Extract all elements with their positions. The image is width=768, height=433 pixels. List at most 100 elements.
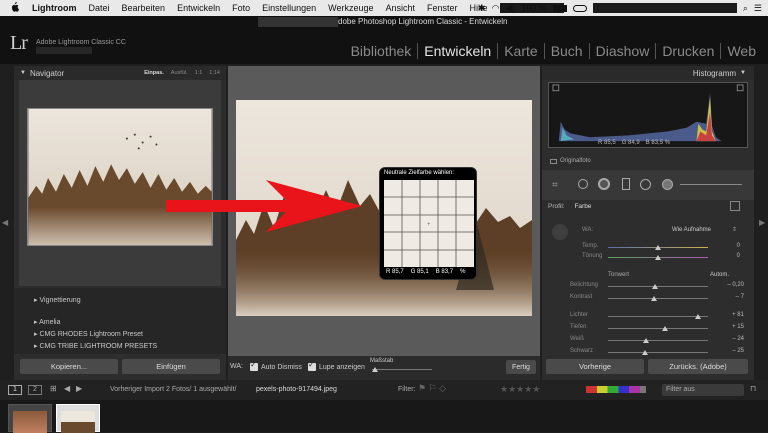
toggle-icon[interactable]	[572, 4, 587, 12]
adjust-slider[interactable]	[608, 298, 708, 299]
module-bibliothek[interactable]: Bibliothek	[345, 43, 418, 59]
menu-bearbeiten[interactable]: Bearbeiten	[122, 3, 166, 13]
spot-removal-icon[interactable]	[578, 179, 588, 189]
menu-einstellungen[interactable]: Einstellungen	[262, 3, 316, 13]
menu-foto[interactable]: Foto	[232, 3, 250, 13]
lock-icon[interactable]: ⊓	[750, 384, 756, 393]
filename[interactable]: pexels-photo-917494.jpeg	[256, 386, 337, 393]
search-icon[interactable]: ⌕	[743, 3, 748, 14]
collapse-triangle-icon[interactable]: ▼	[20, 70, 26, 76]
right-panel-arrow-icon[interactable]: ▶	[759, 218, 765, 227]
tint-slider-knob[interactable]	[655, 255, 661, 260]
adjust-value[interactable]: – 7	[714, 294, 744, 300]
module-diashow[interactable]: Diashow	[588, 43, 656, 59]
auto-dismiss-checkbox[interactable]	[250, 360, 258, 371]
zoom-fit[interactable]: Einpas.	[144, 70, 164, 76]
adjust-slider-knob[interactable]	[652, 284, 658, 289]
show-loupe-checkbox[interactable]	[308, 360, 316, 371]
volume-icon[interactable]: ◀)	[505, 3, 515, 14]
adjust-slider[interactable]	[608, 328, 708, 329]
adjust-slider[interactable]	[608, 316, 708, 317]
done-button[interactable]: Fertig	[506, 360, 536, 374]
list-item[interactable]: ▸ Vignettierung	[34, 296, 81, 304]
module-buch[interactable]: Buch	[543, 43, 589, 59]
radial-filter-icon[interactable]	[640, 179, 651, 190]
flag-icons[interactable]: ⚑ ⚐ ◇	[418, 383, 446, 394]
forward-arrow-icon[interactable]: ▶	[76, 384, 82, 393]
module-karte[interactable]: Karte	[497, 43, 543, 59]
adjust-slider[interactable]	[608, 340, 708, 341]
menu-werkzeuge[interactable]: Werkzeuge	[328, 3, 373, 13]
battery-label[interactable]: 100 %	[521, 3, 547, 13]
monitor-2-button[interactable]: 2	[28, 385, 42, 395]
adjust-slider[interactable]	[608, 286, 708, 287]
navigator-header[interactable]: ▼ Navigator Einpas. Ausfül. 1:1 1:14	[14, 66, 226, 80]
menu-datei[interactable]: Datei	[89, 3, 110, 13]
module-drucken[interactable]: Drucken	[655, 43, 720, 59]
wa-select[interactable]: Wie Aufnahme	[672, 227, 711, 233]
previous-button[interactable]: Vorherige	[546, 359, 644, 374]
wb-eyedropper-icon[interactable]	[552, 224, 568, 240]
rating-stars[interactable]: ★★★★★	[500, 384, 540, 395]
reset-button[interactable]: Zurücks. (Adobe)	[648, 359, 748, 374]
notification-icon[interactable]: ☰	[754, 3, 762, 14]
adjust-slider-knob[interactable]	[642, 350, 648, 355]
profile-grid-icon[interactable]	[730, 201, 740, 211]
tool-slider[interactable]	[680, 184, 742, 185]
red-arrow-annotation	[166, 180, 362, 232]
zoom-fill[interactable]: Ausfül.	[171, 70, 188, 76]
histogram-header[interactable]: Histogramm ▼	[542, 66, 754, 80]
module-entwickeln[interactable]: Entwickeln	[417, 43, 497, 59]
wifi-icon[interactable]: ◠	[492, 3, 500, 14]
list-item[interactable]: ▸ CMG RHODES Lightroom Preset	[34, 330, 143, 338]
zoom-1-14[interactable]: 1:14	[209, 70, 220, 76]
adjust-value[interactable]: – 25	[714, 348, 744, 354]
profile-row[interactable]: Profil: Farbe	[548, 203, 591, 210]
menu-ansicht[interactable]: Ansicht	[386, 3, 416, 13]
film-thumb-2-selected[interactable]	[56, 404, 100, 433]
adjust-value[interactable]: – 24	[714, 336, 744, 342]
adjust-value[interactable]: – 0,20	[714, 282, 744, 288]
chevron-down-icon[interactable]: ⇕	[732, 226, 737, 233]
left-panel-arrow-icon[interactable]: ◀	[2, 218, 8, 227]
adjust-value[interactable]: + 81	[714, 312, 744, 318]
graduated-filter-icon[interactable]	[622, 178, 630, 190]
temp-slider-knob[interactable]	[655, 245, 661, 250]
list-item[interactable]: ▸ Amelia	[34, 318, 60, 326]
neutral-target-loupe[interactable]: Neutrale Zielfarbe wählen: + R 85,7 G 85…	[379, 167, 477, 280]
red-eye-icon[interactable]	[598, 178, 610, 190]
histogram-values: R 85,5 G 84,9 B 83,5 %	[598, 140, 670, 146]
adjust-slider-knob[interactable]	[643, 338, 649, 343]
adjust-slider-knob[interactable]	[662, 326, 668, 331]
adjust-value[interactable]: + 15	[714, 324, 744, 330]
scale-slider-knob[interactable]	[372, 367, 378, 372]
collapse-triangle-icon[interactable]: ▼	[740, 70, 746, 76]
monitor-1-button[interactable]: 1	[8, 385, 22, 395]
auto-button[interactable]: Autom.	[710, 272, 729, 278]
adjust-label: Weiß	[570, 336, 584, 342]
menu-fenster[interactable]: Fenster	[427, 3, 458, 13]
list-item[interactable]: ▸ CMG TRIBE LIGHTROOM PRESETS	[34, 342, 157, 350]
crop-icon[interactable]: ⌗	[552, 180, 558, 191]
film-thumb-1[interactable]	[8, 404, 52, 433]
color-label-filter[interactable]	[586, 386, 646, 393]
module-web[interactable]: Web	[720, 43, 762, 59]
zoom-1-1[interactable]: 1:1	[195, 70, 203, 76]
adjust-slider[interactable]	[608, 352, 708, 353]
tint-value[interactable]: 0	[710, 253, 740, 259]
apple-icon[interactable]	[10, 1, 22, 15]
copy-button[interactable]: Kopieren...	[20, 359, 118, 374]
temp-value[interactable]: 0	[710, 243, 740, 249]
scale-slider[interactable]	[372, 369, 432, 370]
adjust-slider-knob[interactable]	[695, 314, 701, 319]
battery-icon[interactable]	[552, 4, 567, 12]
filter-select[interactable]: Filter aus	[662, 384, 744, 396]
back-arrow-icon[interactable]: ◀	[64, 384, 70, 393]
adjust-slider-knob[interactable]	[651, 296, 657, 301]
adjustment-brush-icon[interactable]	[662, 179, 673, 190]
grid-view-icon[interactable]: ⊞	[50, 384, 57, 393]
menu-lightroom[interactable]: Lightroom	[32, 3, 77, 13]
paste-button[interactable]: Einfügen	[122, 359, 220, 374]
menu-entwickeln[interactable]: Entwickeln	[177, 3, 220, 13]
bluetooth-icon[interactable]: ✱	[478, 3, 486, 14]
